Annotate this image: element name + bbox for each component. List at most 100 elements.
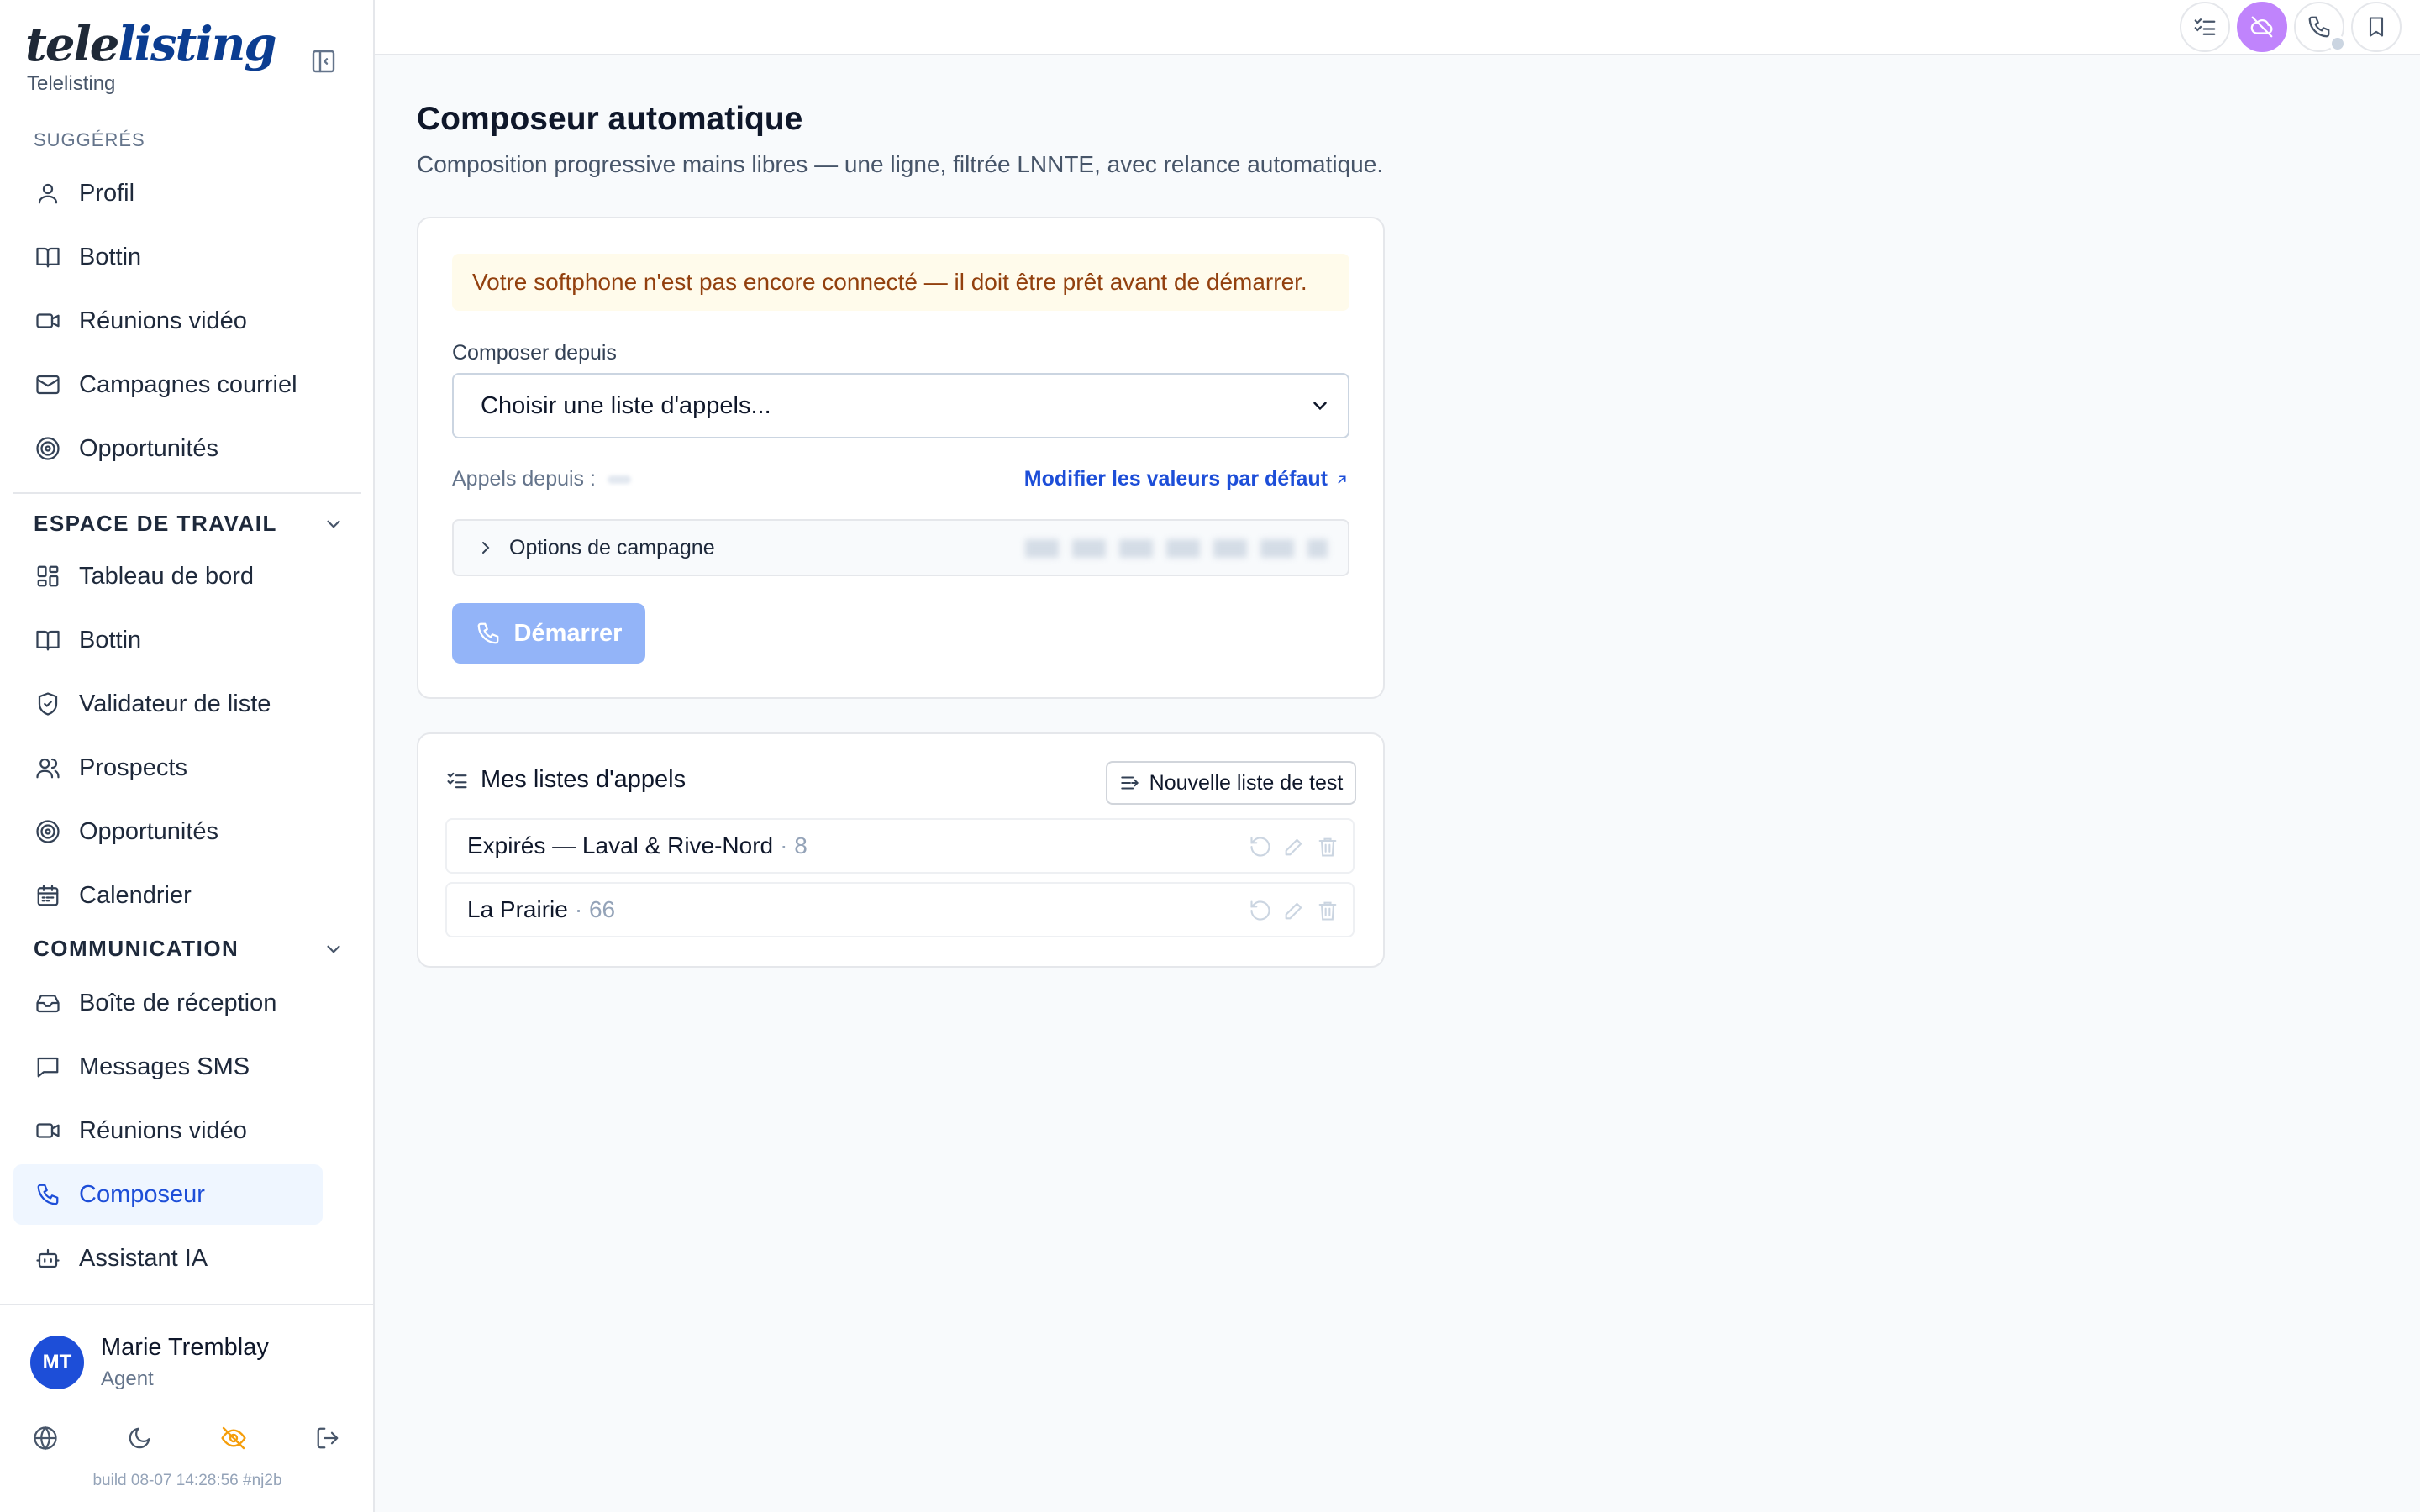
nav-item-profil[interactable]: Profil — [13, 163, 323, 223]
trash-icon[interactable] — [1316, 899, 1339, 922]
campaign-options-summary — [1025, 539, 1328, 558]
call-list-select[interactable]: Choisir une liste d'appels... — [452, 373, 1349, 438]
nav-item-boite-de-reception[interactable]: Boîte de réception — [13, 973, 323, 1033]
call-list-count: · 8 — [780, 832, 808, 858]
nav-label: Campagnes courriel — [79, 370, 297, 398]
call-lists-title: Mes listes d'appels — [445, 766, 686, 794]
nav-label: Composeur — [79, 1180, 205, 1208]
nav-label: Boîte de réception — [79, 989, 277, 1016]
nav-item-bottin[interactable]: Bottin — [13, 227, 323, 287]
nav-item-opportunites-workspace[interactable]: Opportunités — [13, 801, 323, 862]
nav-label: Profil — [79, 179, 135, 207]
logout-icon — [317, 1427, 339, 1449]
nav-label: Tableau de bord — [79, 562, 254, 590]
bookmark-icon — [2369, 17, 2384, 37]
build-info: build 08-07 14:28:56 #nj2b — [92, 1472, 282, 1489]
nav-item-bottin-workspace[interactable]: Bottin — [13, 610, 323, 670]
nav-item-assistant-ia[interactable]: Assistant IA — [13, 1228, 323, 1289]
list-plus-icon — [1120, 776, 1139, 790]
target-icon — [34, 817, 62, 846]
sidebar: telelisting Telelisting SUGGÉRÉS Profil … — [0, 0, 375, 1512]
bookmark-button[interactable] — [2351, 2, 2402, 52]
calendar-icon — [34, 881, 62, 910]
privacy-toggle-button[interactable] — [218, 1423, 249, 1453]
call-list-row[interactable]: La Prairie · 66 — [445, 882, 1355, 937]
language-button[interactable] — [30, 1423, 60, 1453]
nav-label: Bottin — [79, 243, 142, 270]
softphone-status-button[interactable] — [2237, 2, 2287, 52]
page-subtitle: Composition progressive mains libres — u… — [417, 151, 1384, 177]
chevron-down-icon — [327, 520, 340, 528]
nav-item-tableau-de-bord[interactable]: Tableau de bord — [13, 546, 323, 606]
edit-icon[interactable] — [1282, 835, 1306, 858]
chevron-down-icon — [1313, 402, 1327, 411]
new-test-list-button[interactable]: Nouvelle liste de test — [1106, 761, 1356, 805]
section-suggested: SUGGÉRÉS — [34, 129, 145, 150]
checklist-icon — [2194, 18, 2216, 35]
new-test-list-label: Nouvelle liste de test — [1149, 770, 1344, 795]
call-list-row[interactable]: Expirés — Laval & Rive-Nord · 8 — [445, 818, 1355, 874]
campaign-options-label: Options de campagne — [509, 535, 715, 559]
nav-item-validateur-de-liste[interactable]: Validateur de liste — [13, 674, 323, 734]
logout-button[interactable] — [313, 1423, 343, 1453]
section-workspace-toggle[interactable]: ESPACE DE TRAVAIL — [34, 511, 345, 537]
cloud-off-icon — [2250, 16, 2273, 38]
nav-item-prospects[interactable]: Prospects — [13, 738, 323, 798]
theme-toggle-button[interactable] — [124, 1423, 155, 1453]
page-title: Composeur automatique — [417, 101, 803, 137]
section-communication-label: COMMUNICATION — [34, 936, 239, 961]
phone-icon — [34, 1180, 62, 1209]
video-icon — [34, 1116, 62, 1145]
nav-item-campagnes-courriel[interactable]: Campagnes courriel — [13, 354, 323, 415]
checklist-icon — [447, 772, 467, 788]
edit-icon[interactable] — [1282, 899, 1306, 922]
nav-item-opportunites[interactable]: Opportunités — [13, 418, 323, 479]
nav-label: Validateur de liste — [79, 690, 271, 717]
globe-icon — [34, 1425, 57, 1451]
chevron-right-icon — [482, 542, 490, 554]
section-workspace-label: ESPACE DE TRAVAIL — [34, 511, 277, 536]
bot-icon — [34, 1244, 62, 1273]
task-list-button[interactable] — [2180, 2, 2230, 52]
collapse-sidebar-button[interactable] — [306, 44, 341, 79]
start-label: Démarrer — [513, 619, 623, 647]
call-list-count: · 66 — [574, 896, 616, 922]
nav-item-messages-sms[interactable]: Messages SMS — [13, 1037, 323, 1097]
users-icon — [34, 753, 62, 782]
modify-defaults-link[interactable]: Modifier les valeurs par défaut — [1024, 467, 1349, 491]
call-list-name: La Prairie — [467, 896, 568, 922]
mail-icon — [34, 370, 62, 399]
avatar[interactable]: MT — [30, 1336, 84, 1389]
refresh-icon[interactable] — [1249, 899, 1272, 922]
redacted-value — [607, 475, 631, 485]
calls-from-label: Appels depuis : — [452, 467, 596, 491]
campaign-options-toggle[interactable]: Options de campagne — [452, 519, 1349, 576]
message-icon — [34, 1053, 62, 1081]
panel-left-icon — [312, 50, 335, 73]
section-communication-toggle[interactable]: COMMUNICATION — [34, 936, 345, 962]
top-bar — [375, 0, 2420, 55]
nav-label: Assistant IA — [79, 1244, 208, 1272]
trash-icon[interactable] — [1316, 835, 1339, 858]
divider — [13, 492, 361, 494]
nav-item-composeur[interactable]: Composeur — [13, 1164, 323, 1225]
logo[interactable]: telelisting — [25, 17, 277, 72]
refresh-icon[interactable] — [1249, 835, 1272, 858]
chevron-down-icon — [327, 945, 340, 953]
nav-label: Bottin — [79, 626, 142, 654]
nav-label: Messages SMS — [79, 1053, 250, 1080]
compose-from-label: Composer depuis — [452, 341, 617, 365]
book-icon — [34, 626, 62, 654]
external-link-icon — [1338, 475, 1346, 483]
start-button[interactable]: Démarrer — [452, 603, 645, 664]
modify-defaults-label: Modifier les valeurs par défaut — [1023, 467, 1328, 491]
divider — [0, 1304, 375, 1305]
target-icon — [34, 434, 62, 463]
brand: telelisting Telelisting — [25, 17, 277, 96]
nav-item-calendrier[interactable]: Calendrier — [13, 865, 323, 926]
nav-label: Opportunités — [79, 817, 219, 845]
select-value: Choisir une liste d'appels... — [481, 391, 771, 419]
nav-item-reunions-video-comm[interactable]: Réunions vidéo — [13, 1100, 323, 1161]
nav-item-reunions-video[interactable]: Réunions vidéo — [13, 291, 323, 351]
phone-icon — [477, 622, 498, 644]
